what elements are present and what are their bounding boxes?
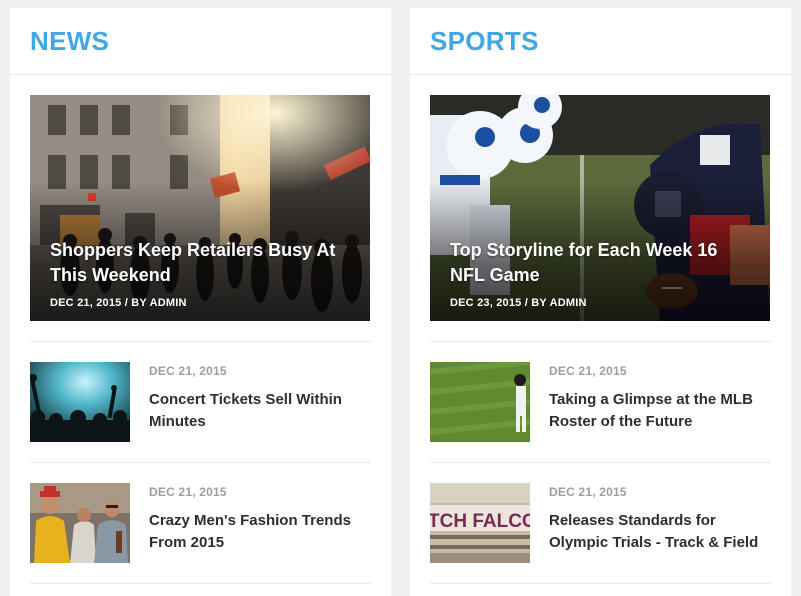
- news-item-title[interactable]: Crazy Men's Fashion Trends From 2015: [149, 510, 371, 554]
- sports-featured-card[interactable]: Top Storyline for Each Week 16 NFL Game …: [430, 95, 770, 321]
- banner-text: TCH FALCON: [430, 511, 530, 532]
- fashion-thumbnail[interactable]: [30, 483, 130, 563]
- divider: [30, 462, 371, 463]
- sports-item-date: DEC 21, 2015: [549, 364, 627, 378]
- sports-section-title[interactable]: SPORTS: [430, 26, 771, 56]
- divider: [30, 583, 371, 584]
- baseball-thumbnail[interactable]: [430, 362, 530, 442]
- sports-body: Top Storyline for Each Week 16 NFL Game …: [410, 75, 791, 584]
- news-header: NEWS: [10, 8, 391, 75]
- news-column: NEWS Shoppers Keep Retailers Busy At Thi…: [10, 8, 391, 596]
- news-list-item: DEC 21, 2015 Concert Tickets Sell Within…: [30, 362, 371, 442]
- divider: [430, 341, 771, 342]
- sports-header: SPORTS: [410, 8, 791, 75]
- track-banner-thumbnail[interactable]: TCH FALCON: [430, 483, 530, 563]
- news-item-title[interactable]: Concert Tickets Sell Within Minutes: [149, 389, 371, 433]
- news-featured-title[interactable]: Shoppers Keep Retailers Busy At This Wee…: [50, 238, 352, 288]
- news-item-date: DEC 21, 2015: [149, 364, 227, 378]
- divider: [30, 341, 371, 342]
- news-featured-caption: Shoppers Keep Retailers Busy At This Wee…: [50, 238, 352, 309]
- sports-list-item: DEC 21, 2015 Taking a Glimpse at the MLB…: [430, 362, 771, 442]
- sports-featured-caption: Top Storyline for Each Week 16 NFL Game …: [450, 238, 752, 309]
- news-item-text: DEC 21, 2015 Crazy Men's Fashion Trends …: [130, 483, 371, 563]
- divider: [430, 583, 771, 584]
- sports-item-text: DEC 21, 2015 Taking a Glimpse at the MLB…: [530, 362, 771, 442]
- news-featured-meta: DEC 21, 2015 / BY ADMIN: [50, 297, 187, 309]
- page: NEWS Shoppers Keep Retailers Busy At Thi…: [0, 0, 801, 596]
- sports-item-title[interactable]: Releases Standards for Olympic Trials - …: [549, 510, 771, 554]
- sports-item-title[interactable]: Taking a Glimpse at the MLB Roster of th…: [549, 389, 771, 433]
- sports-column: SPORTS Top Storyline for Each Week 16 NF…: [410, 8, 791, 596]
- sports-featured-meta: DEC 23, 2015 / BY ADMIN: [450, 297, 587, 309]
- divider: [430, 462, 771, 463]
- news-body: Shoppers Keep Retailers Busy At This Wee…: [10, 75, 391, 584]
- news-featured-card[interactable]: Shoppers Keep Retailers Busy At This Wee…: [30, 95, 370, 321]
- sports-list-item: TCH FALCON DEC 21, 2015 Releases Standar…: [430, 483, 771, 563]
- news-item-date: DEC 21, 2015: [149, 485, 227, 499]
- news-section-title[interactable]: NEWS: [30, 26, 371, 56]
- concert-thumbnail[interactable]: [30, 362, 130, 442]
- sports-featured-title[interactable]: Top Storyline for Each Week 16 NFL Game: [450, 238, 752, 288]
- sports-item-text: DEC 21, 2015 Releases Standards for Olym…: [530, 483, 771, 563]
- news-list-item: DEC 21, 2015 Crazy Men's Fashion Trends …: [30, 483, 371, 563]
- news-item-text: DEC 21, 2015 Concert Tickets Sell Within…: [130, 362, 371, 442]
- sports-item-date: DEC 21, 2015: [549, 485, 627, 499]
